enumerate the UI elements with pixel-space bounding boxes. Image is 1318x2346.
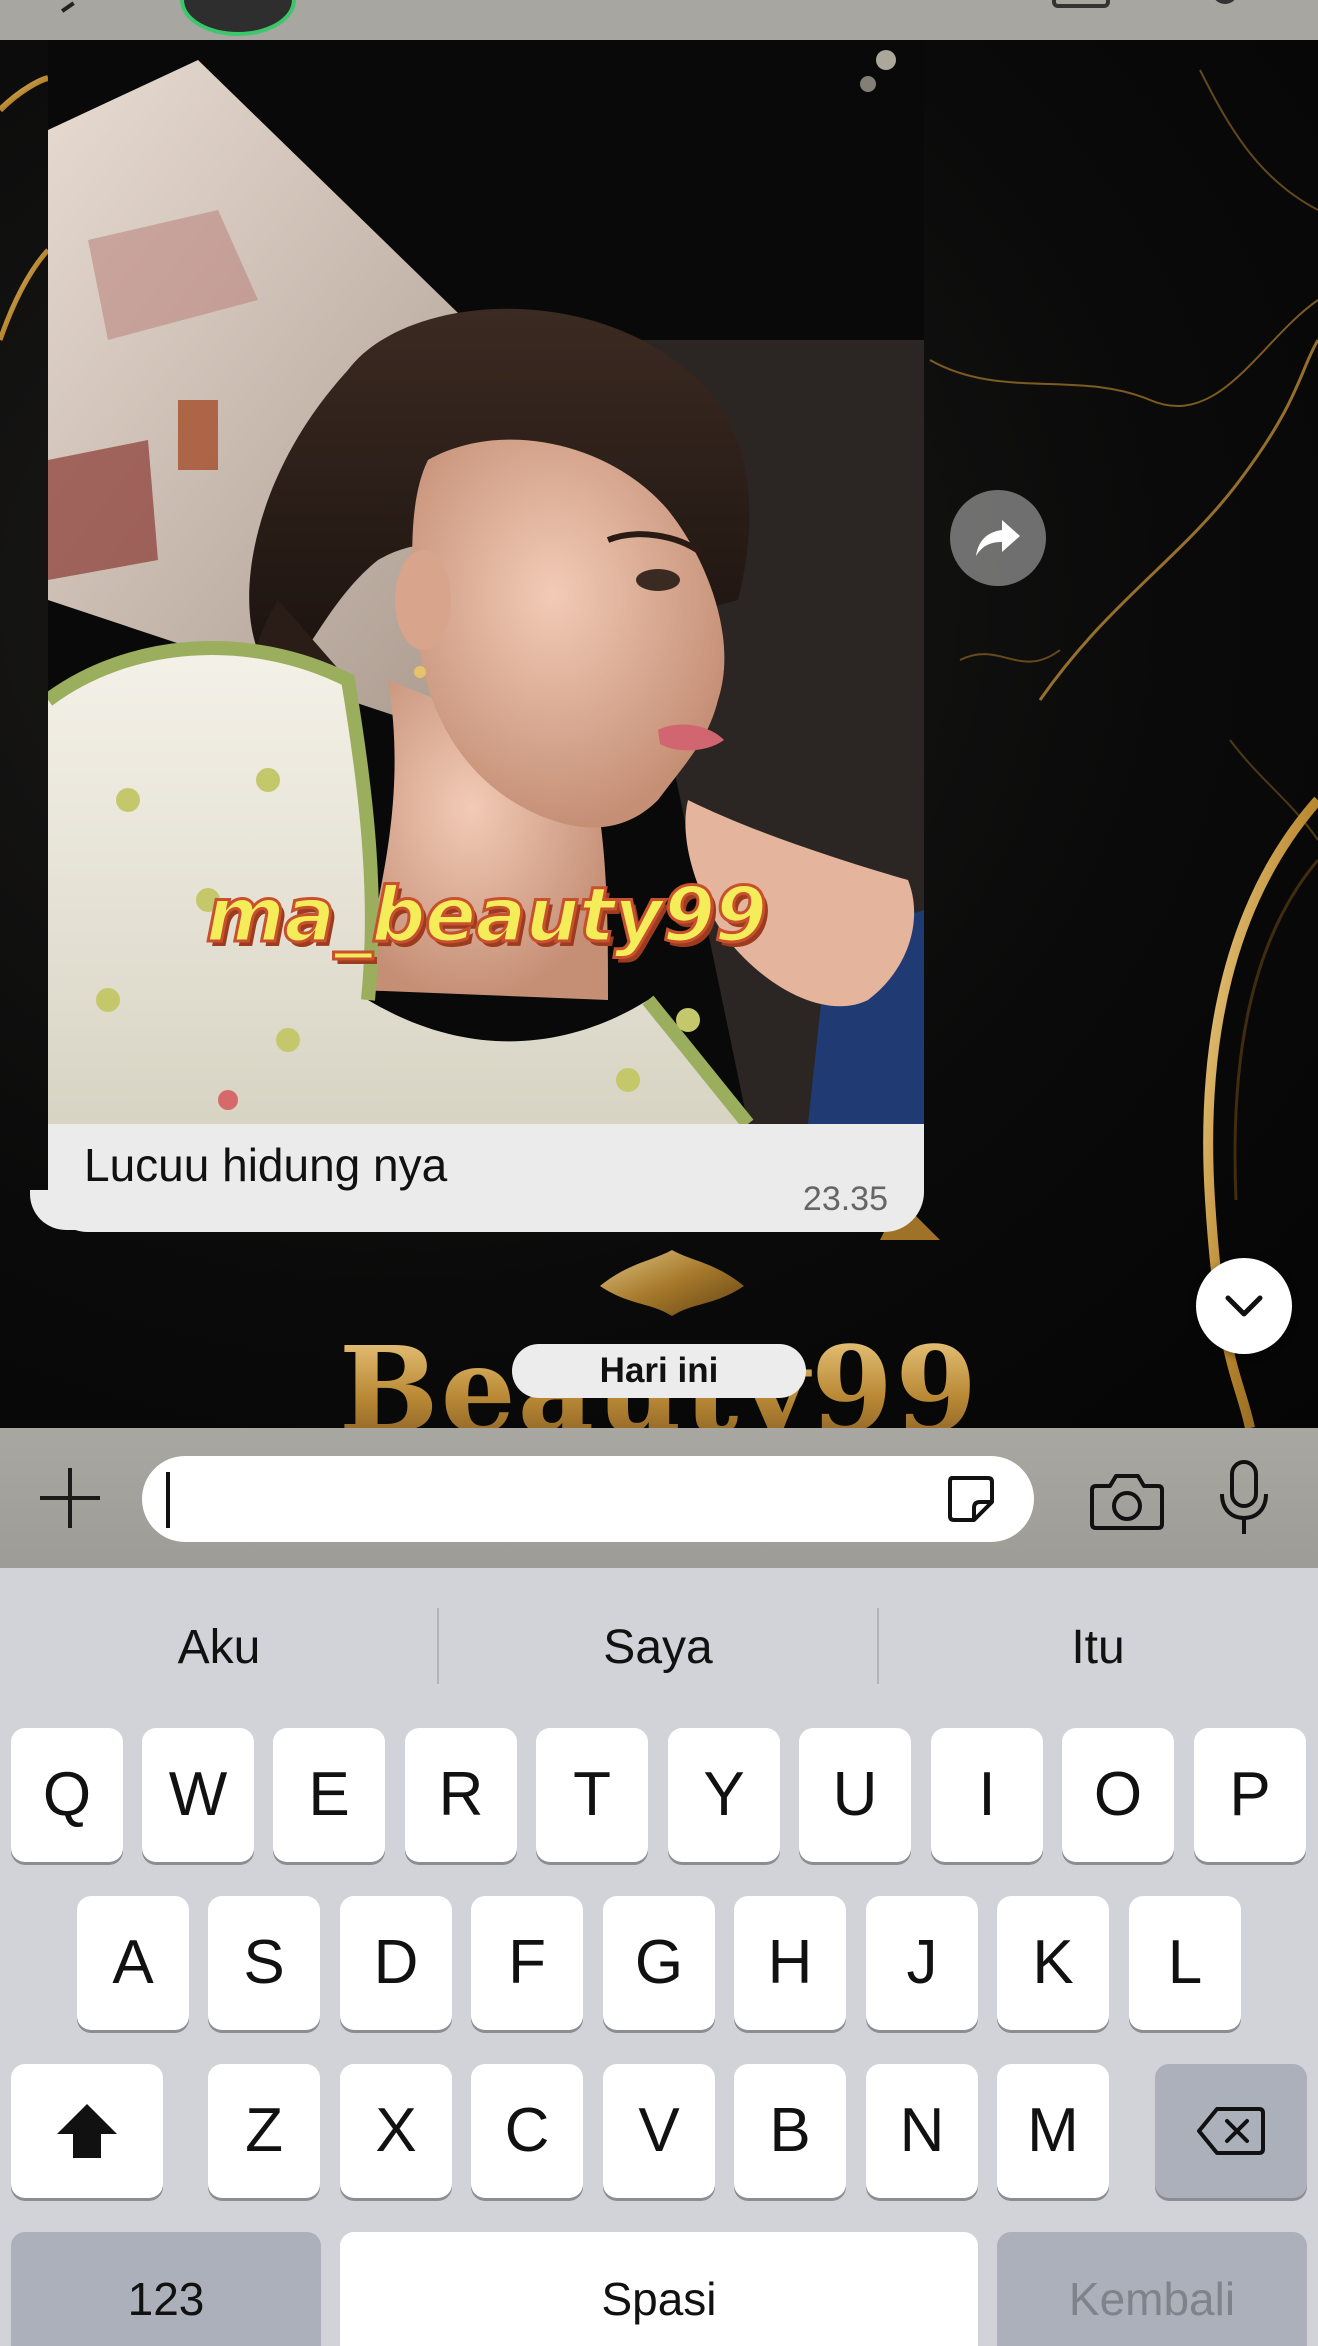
key-a[interactable]: A	[77, 1896, 189, 2030]
message-timestamp: 23.35	[802, 1180, 888, 1218]
key-t[interactable]: T	[536, 1728, 648, 1862]
key-q[interactable]: Q	[11, 1728, 123, 1862]
key-g[interactable]: G	[603, 1896, 715, 2030]
message-text: Lucuu hidung nya	[84, 1139, 448, 1191]
voice-call-icon[interactable]	[1212, 0, 1238, 4]
shift-key[interactable]	[11, 2064, 163, 2198]
key-d[interactable]: D	[340, 1896, 452, 2030]
sticker-icon[interactable]	[944, 1472, 998, 1526]
key-h[interactable]: H	[734, 1896, 846, 2030]
backspace-icon	[1197, 2107, 1265, 2155]
key-c[interactable]: C	[471, 2064, 583, 2198]
key-l[interactable]: L	[1129, 1896, 1241, 2030]
contact-avatar[interactable]	[180, 0, 296, 36]
numbers-key[interactable]: 123	[11, 2232, 321, 2346]
key-e[interactable]: E	[273, 1728, 385, 1862]
camera-icon[interactable]	[1090, 1470, 1164, 1530]
chat-screen: Beauty99	[0, 0, 1318, 2346]
key-v[interactable]: V	[603, 2064, 715, 2198]
return-key[interactable]: Kembali	[997, 2232, 1307, 2346]
key-n[interactable]: N	[866, 2064, 978, 2198]
image-message-bubble[interactable]: ma_beauty99 Lucuu hidung nya 23.35	[48, 40, 924, 1232]
message-input-bar	[0, 1428, 1318, 1568]
key-o[interactable]: O	[1062, 1728, 1174, 1862]
key-f[interactable]: F	[471, 1896, 583, 2030]
scroll-to-bottom-button[interactable]	[1196, 1258, 1292, 1354]
plus-icon[interactable]	[40, 1468, 100, 1528]
predictive-suggestions: Aku Saya Itu	[0, 1568, 1318, 1724]
suggestion-2[interactable]: Saya	[439, 1608, 877, 1688]
key-y[interactable]: Y	[668, 1728, 780, 1862]
selfie-image	[48, 40, 924, 1124]
video-call-icon[interactable]	[1052, 0, 1110, 8]
text-cursor	[166, 1472, 170, 1528]
photo-watermark-caption: ma_beauty99	[204, 869, 768, 961]
backspace-key[interactable]	[1155, 2064, 1307, 2198]
space-key[interactable]: Spasi	[340, 2232, 978, 2346]
key-u[interactable]: U	[799, 1728, 911, 1862]
key-x[interactable]: X	[340, 2064, 452, 2198]
key-p[interactable]: P	[1194, 1728, 1306, 1862]
keyboard: Aku Saya Itu Q W E R T Y U I O P A S D F…	[0, 1568, 1318, 2346]
key-k[interactable]: K	[997, 1896, 1109, 2030]
back-chevron-icon[interactable]	[55, 0, 75, 13]
key-w[interactable]: W	[142, 1728, 254, 1862]
key-r[interactable]: R	[405, 1728, 517, 1862]
key-b[interactable]: B	[734, 2064, 846, 2198]
message-photo[interactable]: ma_beauty99	[48, 40, 924, 1124]
message-input[interactable]	[142, 1456, 1034, 1542]
date-separator: Hari ini	[512, 1344, 806, 1398]
forward-icon	[976, 520, 1020, 556]
key-s[interactable]: S	[208, 1896, 320, 2030]
forward-button[interactable]	[950, 490, 1046, 586]
key-j[interactable]: J	[866, 1896, 978, 2030]
suggestion-3[interactable]: Itu	[879, 1608, 1317, 1688]
key-z[interactable]: Z	[208, 2064, 320, 2198]
key-m[interactable]: M	[997, 2064, 1109, 2198]
shift-icon	[57, 2104, 117, 2158]
chevron-down-icon	[1225, 1295, 1263, 1317]
key-i[interactable]: I	[931, 1728, 1043, 1862]
suggestion-1[interactable]: Aku	[0, 1608, 438, 1688]
microphone-icon[interactable]	[1216, 1460, 1272, 1536]
chat-header	[0, 0, 1318, 40]
